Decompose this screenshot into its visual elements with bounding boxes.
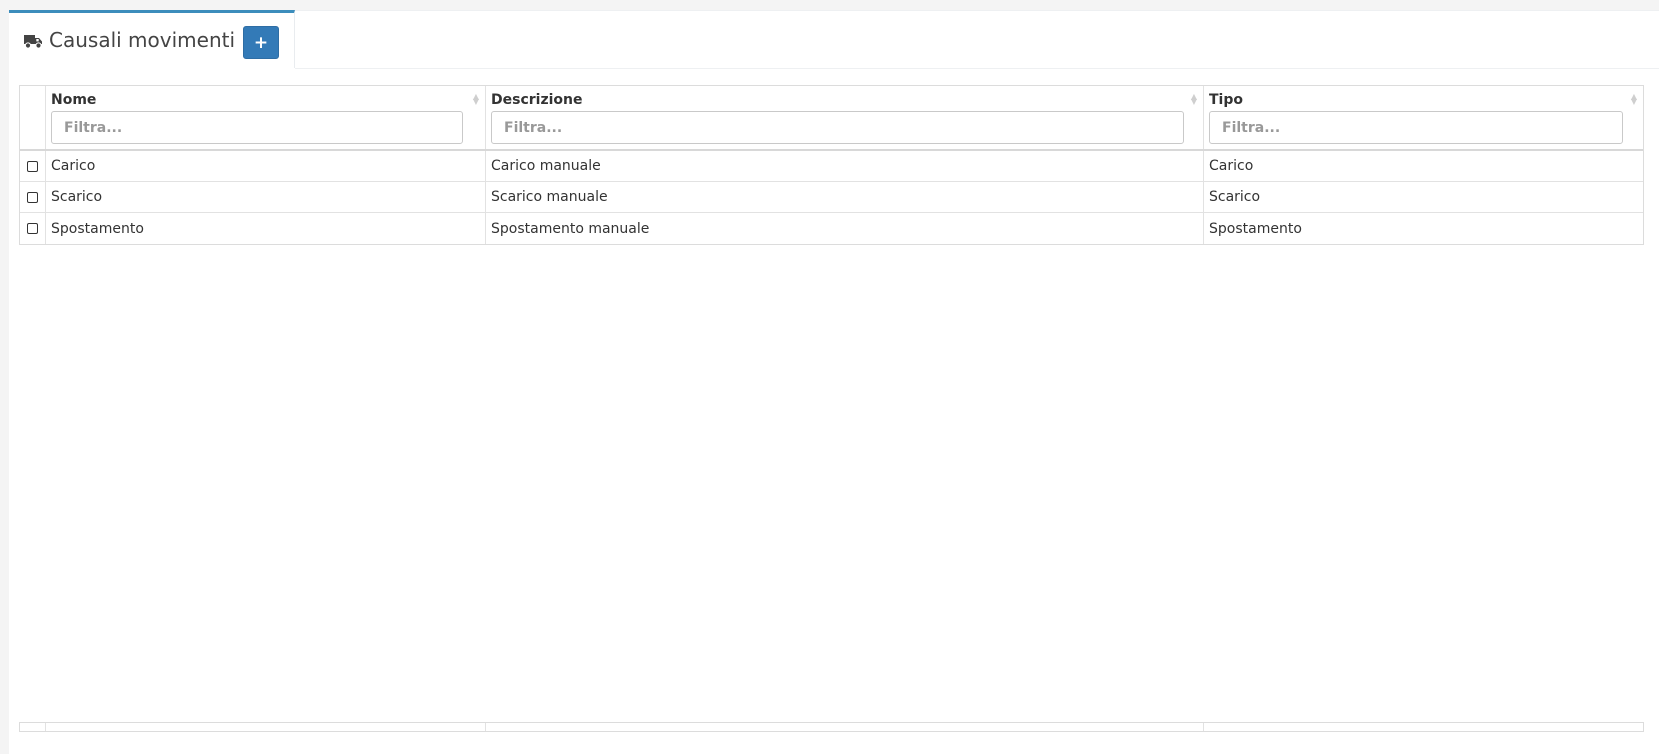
column-header-descrizione[interactable]: Descrizione ▲ ▼	[486, 86, 1204, 149]
cell-tipo: Spostamento	[1209, 220, 1302, 237]
table-footer	[19, 722, 1644, 732]
add-button[interactable]: +	[243, 26, 279, 59]
title-tab: Causali movimenti +	[9, 10, 295, 68]
page-title: Causali movimenti	[23, 28, 235, 52]
cell-descrizione: Scarico manuale	[486, 182, 1204, 212]
page-title-text: Causali movimenti	[49, 28, 236, 52]
cell-tipo: Scarico	[1209, 189, 1261, 205]
content-panel: Causali movimenti + Nome ▲▼ Descrizione …	[9, 10, 1659, 754]
filter-input-descrizione[interactable]	[491, 111, 1184, 144]
table-row[interactable]: Scarico Scarico manuale Scarico	[20, 182, 1643, 213]
cell-descrizione: Carico manuale	[486, 151, 1204, 181]
row-checkbox[interactable]	[27, 191, 38, 203]
table-row[interactable]: Spostamento Spostamento manuale Spostame…	[20, 213, 1643, 244]
column-label-descrizione: Descrizione	[491, 92, 583, 108]
footer-cell	[46, 723, 486, 731]
footer-cell	[20, 723, 46, 731]
filter-input-tipo[interactable]	[1209, 111, 1623, 144]
table-row[interactable]: Carico Carico manuale Carico	[20, 151, 1643, 182]
column-label-tipo: Tipo	[1209, 92, 1243, 108]
plus-icon: +	[253, 32, 269, 53]
select-column-header	[20, 86, 46, 149]
row-select-cell	[20, 182, 46, 212]
column-header-tipo[interactable]: Tipo ▲ ▼	[1204, 86, 1643, 149]
table-header-row: Nome ▲▼ Descrizione ▲▼ Tipo ▲▼	[20, 86, 1643, 151]
sort-icon[interactable]: ▲ ▼	[1191, 93, 1197, 106]
cell-nome: Spostamento	[46, 213, 486, 244]
data-table: Nome ▲▼ Descrizione ▲▼ Tipo ▲▼ Carico Ca…	[19, 85, 1644, 245]
cell-descrizione: Spostamento manuale	[486, 213, 1204, 244]
row-checkbox[interactable]	[27, 223, 38, 234]
row-checkbox[interactable]	[27, 160, 38, 172]
footer-cell	[486, 723, 1204, 731]
filter-input-nome[interactable]	[51, 111, 463, 144]
row-select-cell	[20, 151, 46, 181]
sort-icon[interactable]: ▲ ▼	[473, 93, 479, 106]
cell-nome: Carico	[46, 151, 486, 181]
truck-icon	[23, 31, 43, 49]
cell-nome: Scarico	[46, 182, 486, 212]
column-label-nome: Nome	[51, 92, 97, 108]
cell-tipo: Carico	[1209, 158, 1254, 174]
tab-divider	[295, 68, 1659, 69]
sort-icon[interactable]: ▲ ▼	[1631, 93, 1637, 106]
row-select-cell	[20, 213, 46, 244]
footer-cell	[1204, 723, 1643, 731]
column-header-nome[interactable]: Nome ▲ ▼	[46, 86, 486, 149]
